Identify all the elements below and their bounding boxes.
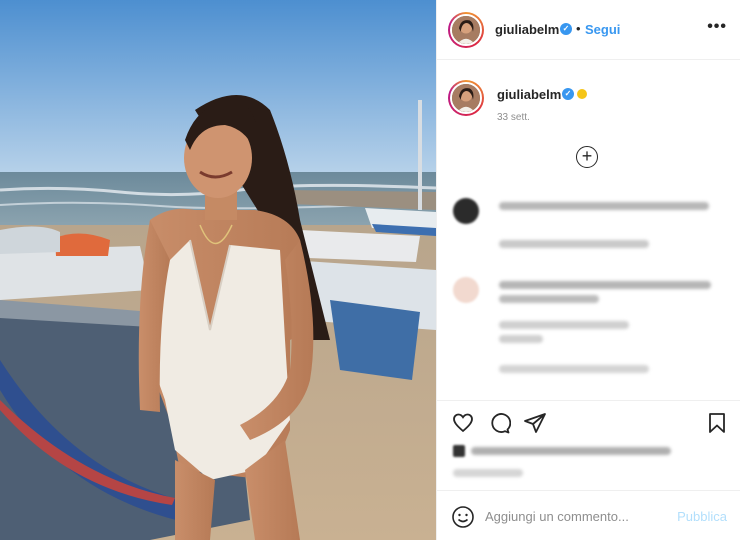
blurred-post-date bbox=[453, 469, 523, 477]
plus-circle-icon[interactable]: + bbox=[576, 146, 598, 168]
smiley-icon[interactable] bbox=[451, 505, 475, 529]
beach-photo-image bbox=[0, 0, 436, 540]
post-header: giuliabelm ✓ • Segui ••• bbox=[437, 0, 740, 60]
author-avatar[interactable] bbox=[448, 12, 484, 48]
blurred-comment-text bbox=[499, 295, 599, 303]
comment-icon[interactable] bbox=[487, 411, 511, 435]
publish-button[interactable]: Pubblica bbox=[677, 509, 727, 524]
bookmark-icon[interactable] bbox=[705, 411, 729, 435]
more-options-icon[interactable]: ••• bbox=[707, 18, 727, 36]
liked-by-avatar[interactable] bbox=[453, 445, 465, 457]
blurred-comment-meta bbox=[499, 240, 649, 248]
blurred-comment-meta bbox=[499, 321, 629, 329]
blurred-comment-text bbox=[499, 202, 709, 210]
comments-section: giuliabelm ✓ 33 sett. + bbox=[437, 60, 740, 400]
blurred-comment-text bbox=[499, 281, 711, 289]
avatar-image bbox=[450, 14, 482, 46]
author-username[interactable]: giuliabelm bbox=[495, 22, 559, 37]
verified-badge-icon: ✓ bbox=[560, 23, 572, 35]
verified-badge-icon: ✓ bbox=[562, 88, 574, 100]
add-comment-bar: Pubblica bbox=[437, 490, 740, 540]
avatar-image bbox=[450, 82, 482, 114]
comment-input[interactable] bbox=[485, 505, 665, 527]
sun-emoji-icon bbox=[577, 89, 587, 99]
separator-dot: • bbox=[576, 21, 581, 36]
post-actions-bar bbox=[437, 400, 740, 490]
post-photo[interactable] bbox=[0, 0, 436, 540]
heart-icon[interactable] bbox=[451, 411, 475, 435]
caption-author-avatar[interactable] bbox=[448, 80, 484, 116]
blurred-comment-replies bbox=[499, 365, 649, 373]
comment-avatar[interactable] bbox=[453, 277, 479, 303]
send-icon[interactable] bbox=[523, 411, 547, 435]
post-side-panel: giuliabelm ✓ • Segui ••• giuliabelm ✓ 33… bbox=[436, 0, 740, 540]
caption-timestamp[interactable]: 33 sett. bbox=[497, 112, 530, 123]
comment-avatar[interactable] bbox=[453, 198, 479, 224]
blurred-comment-meta bbox=[499, 335, 543, 343]
blurred-likes-text bbox=[471, 447, 671, 455]
caption-username[interactable]: giuliabelm bbox=[497, 87, 561, 102]
follow-button[interactable]: Segui bbox=[585, 22, 620, 37]
